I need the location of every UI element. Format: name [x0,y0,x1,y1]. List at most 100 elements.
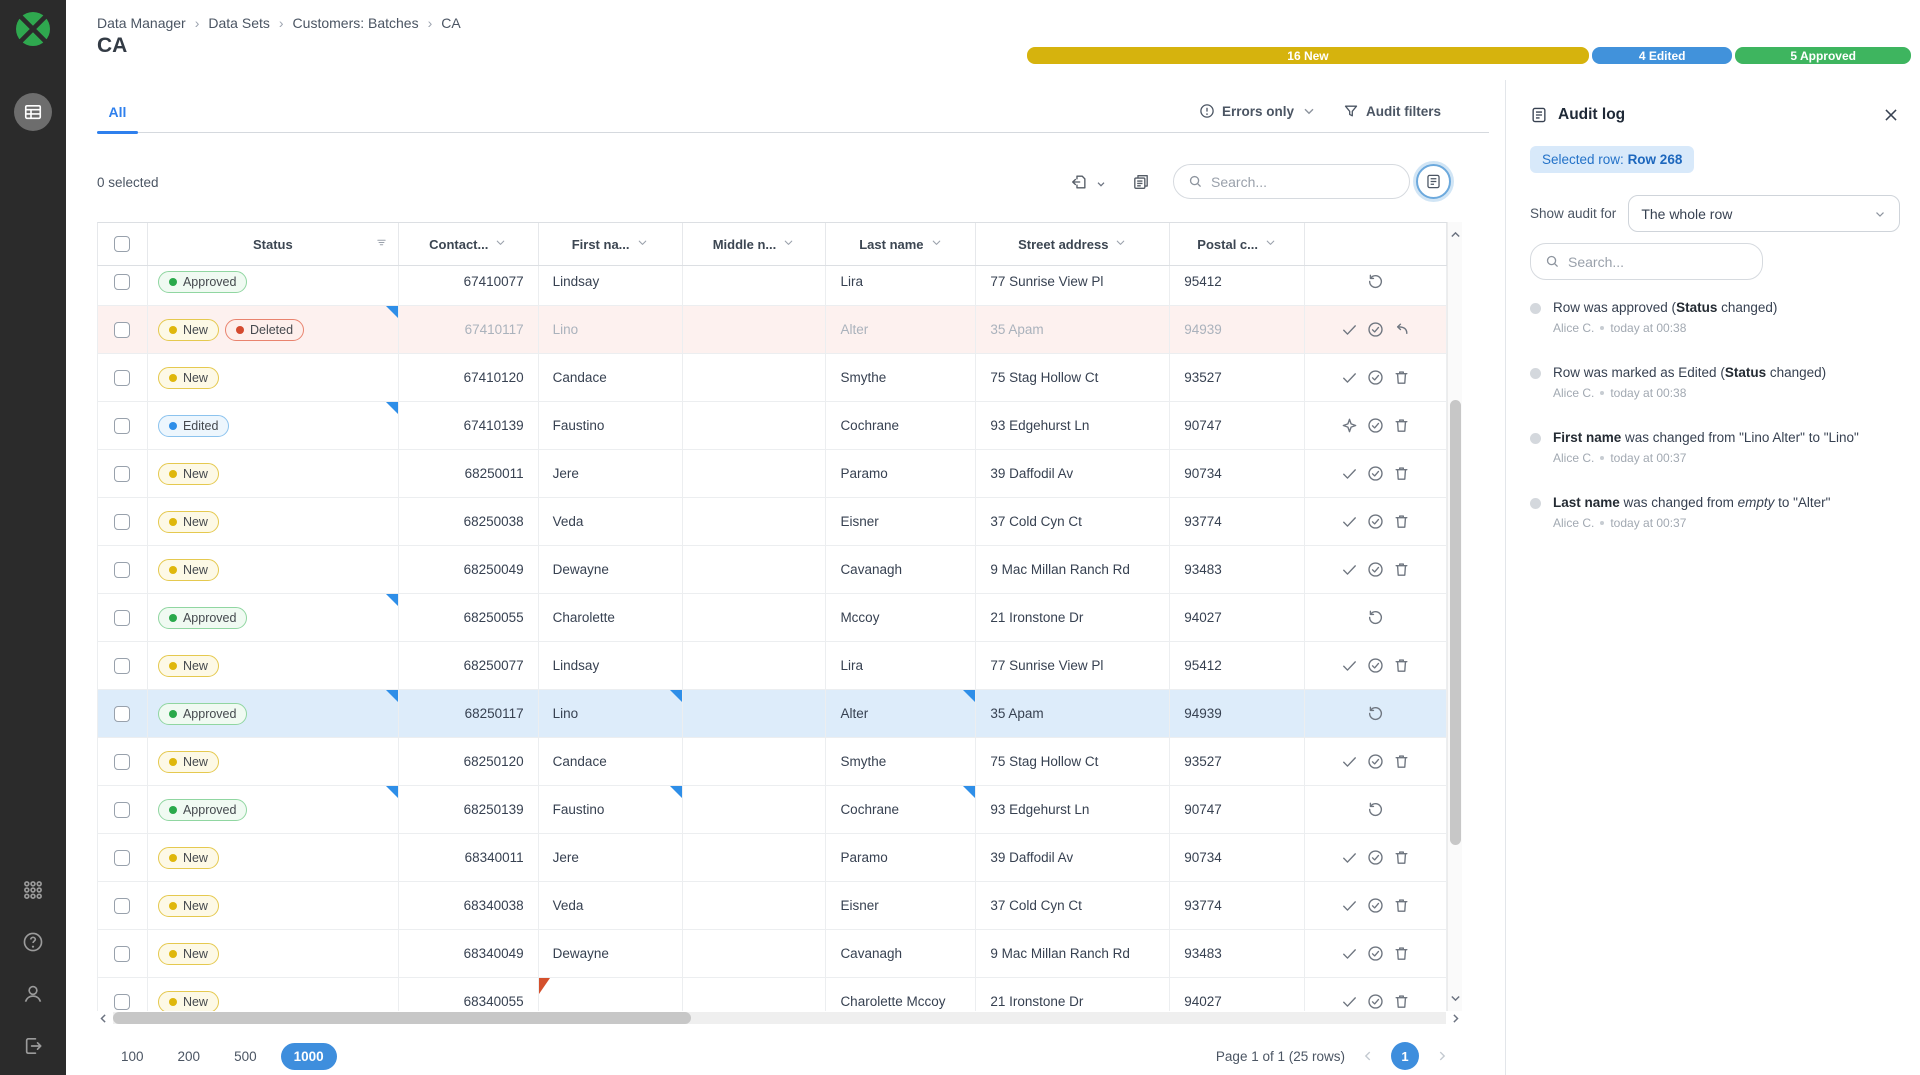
cell-status[interactable]: New [148,450,399,497]
row-action-check-icon[interactable] [1341,849,1358,866]
errors-only-toggle[interactable]: Errors only [1199,103,1317,119]
row-action-approve-icon[interactable] [1367,369,1384,386]
cell-status[interactable]: New [148,738,399,785]
app-logo-icon[interactable] [14,10,52,48]
cell-last-name[interactable]: Paramo [826,450,976,497]
cell-contact[interactable]: 68340038 [399,882,539,929]
vertical-scrollbar[interactable] [1447,222,1462,1011]
cell-street[interactable]: 75 Stag Hollow Ct [976,354,1170,401]
cell-first-name[interactable]: Veda [539,882,683,929]
cell-street[interactable]: 39 Daffodil Av [976,834,1170,881]
cell-last-name[interactable]: Cochrane [826,402,976,449]
duplicate-report-icon[interactable] [1132,173,1150,191]
cell-contact[interactable]: 68250011 [399,450,539,497]
breadcrumb-item[interactable]: Data Manager [97,15,186,31]
cell-postal[interactable]: 95412 [1170,266,1305,305]
cell-first-name[interactable]: Faustino [539,402,683,449]
cell-status[interactable]: Approved [148,786,399,833]
row-checkbox[interactable] [114,994,130,1010]
vertical-scroll-thumb[interactable] [1450,400,1461,845]
cell-street[interactable]: 21 Ironstone Dr [976,978,1170,1011]
cell-status[interactable]: NewDeleted [148,306,399,353]
column-header-last_name[interactable]: Last name [826,223,976,265]
row-action-trash-icon[interactable] [1393,561,1410,578]
row-action-approve-icon[interactable] [1367,993,1384,1010]
row-action-check-icon[interactable] [1341,513,1358,530]
cell-contact[interactable]: 68250120 [399,738,539,785]
cell-status[interactable]: New [148,882,399,929]
column-header-postal[interactable]: Postal c... [1170,223,1305,265]
cell-status[interactable]: New [148,930,399,977]
cell-contact[interactable]: 67410117 [399,306,539,353]
page-size-100[interactable]: 100 [111,1043,154,1070]
row-action-approve-icon[interactable] [1367,753,1384,770]
cell-middle-name[interactable] [683,498,827,545]
cell-middle-name[interactable] [683,930,827,977]
cell-middle-name[interactable] [683,834,827,881]
close-icon[interactable] [1882,106,1900,124]
row-action-approve-icon[interactable] [1367,321,1384,338]
cell-first-name[interactable]: Dewayne [539,546,683,593]
row-action-approve-icon[interactable] [1367,945,1384,962]
cell-status[interactable]: New [148,834,399,881]
row-checkbox[interactable] [114,946,130,962]
breadcrumb-item[interactable]: Customers: Batches [293,15,419,31]
horizontal-scroll-thumb[interactable] [113,1012,691,1024]
current-page-button[interactable]: 1 [1391,1042,1419,1070]
cell-contact[interactable]: 67410120 [399,354,539,401]
row-action-trash-icon[interactable] [1393,897,1410,914]
select-all-checkbox[interactable] [114,236,130,252]
export-icon[interactable] [1070,173,1088,191]
page-size-500[interactable]: 500 [224,1043,267,1070]
cell-first-name[interactable]: Veda [539,498,683,545]
scroll-up-icon[interactable] [1449,228,1462,241]
cell-status[interactable]: Edited [148,402,399,449]
cell-middle-name[interactable] [683,594,827,641]
row-action-check-icon[interactable] [1341,657,1358,674]
row-action-check-icon[interactable] [1341,321,1358,338]
cell-postal[interactable]: 94027 [1170,594,1305,641]
row-action-trash-icon[interactable] [1393,753,1410,770]
cell-contact[interactable]: 68250049 [399,546,539,593]
cell-first-name[interactable]: Lindsay [539,642,683,689]
export-chevron-icon[interactable] [1095,177,1107,189]
cell-postal[interactable]: 90747 [1170,786,1305,833]
row-action-revert-icon[interactable] [1367,801,1384,818]
prev-page-icon[interactable] [1361,1049,1375,1063]
horizontal-scroll-track[interactable] [113,1012,1446,1024]
row-checkbox[interactable] [114,802,130,818]
help-icon[interactable] [22,931,44,953]
row-action-revert-icon[interactable] [1367,273,1384,290]
column-header-status[interactable]: Status [148,223,399,265]
cell-status[interactable]: Approved [148,594,399,641]
row-checkbox[interactable] [114,466,130,482]
row-action-revert-icon[interactable] [1367,705,1384,722]
column-menu-icon[interactable] [636,236,649,252]
cell-contact[interactable]: 68340011 [399,834,539,881]
cell-street[interactable]: 35 Apam [976,306,1170,353]
row-action-check-icon[interactable] [1341,993,1358,1010]
cell-last-name[interactable]: Alter [826,690,976,737]
row-action-trash-icon[interactable] [1393,945,1410,962]
cell-status[interactable]: New [148,978,399,1011]
row-action-trash-icon[interactable] [1393,657,1410,674]
cell-postal[interactable]: 90734 [1170,834,1305,881]
cell-first-name[interactable]: Lindsay [539,266,683,305]
column-menu-icon[interactable] [494,236,507,252]
row-checkbox[interactable] [114,274,130,290]
row-checkbox[interactable] [114,706,130,722]
scroll-down-icon[interactable] [1449,992,1462,1005]
row-action-approve-icon[interactable] [1367,561,1384,578]
cell-first-name[interactable] [539,978,683,1011]
row-action-approve-icon[interactable] [1367,513,1384,530]
column-header-contact[interactable]: Contact... [399,223,539,265]
cell-middle-name[interactable] [683,306,827,353]
audit-search-input[interactable] [1568,254,1748,270]
row-checkbox[interactable] [114,898,130,914]
row-action-check-icon[interactable] [1341,753,1358,770]
row-checkbox[interactable] [114,322,130,338]
cell-street[interactable]: 75 Stag Hollow Ct [976,738,1170,785]
cell-postal[interactable]: 90734 [1170,450,1305,497]
cell-first-name[interactable]: Jere [539,834,683,881]
cell-last-name[interactable]: Mccoy [826,594,976,641]
